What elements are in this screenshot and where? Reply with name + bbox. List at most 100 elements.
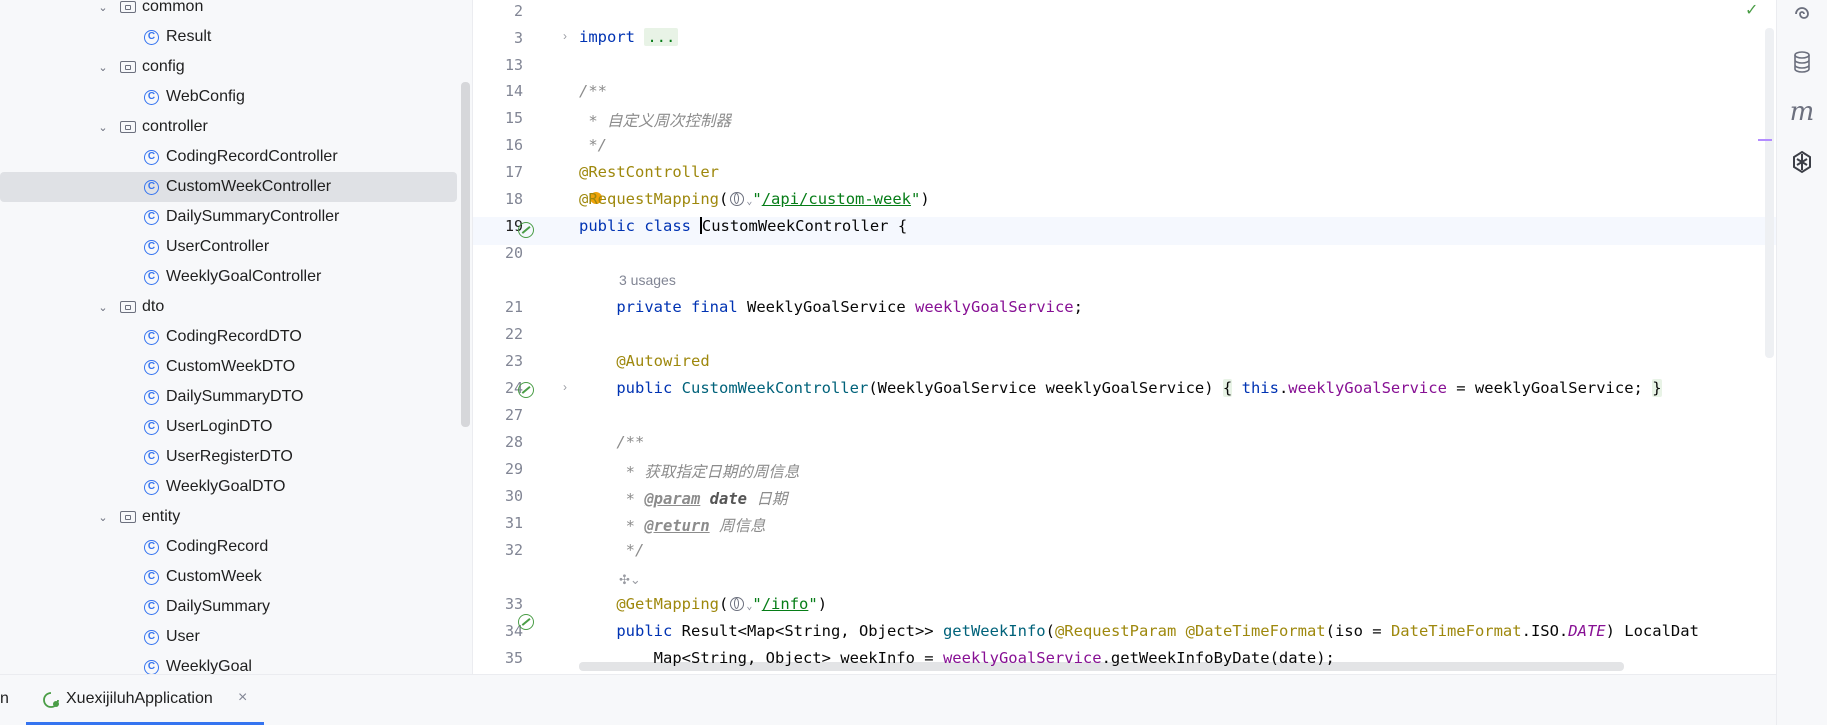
globe-icon[interactable]: [730, 597, 745, 611]
ai-inline-hint-icon[interactable]: ✣⌄: [619, 572, 641, 588]
chevron-down-icon[interactable]: ⌄: [97, 511, 109, 524]
tree-folder[interactable]: ⌄ controller: [0, 112, 457, 142]
line-number[interactable]: 31: [473, 514, 523, 532]
line-number[interactable]: 14: [473, 82, 523, 100]
tree-class-item[interactable]: C UserLoginDTO: [0, 412, 457, 442]
code-line-30[interactable]: * @param date 日期: [579, 487, 788, 509]
line-number[interactable]: 23: [473, 352, 523, 370]
tree-class-item[interactable]: C DailySummaryDTO: [0, 382, 457, 412]
package-folder-icon: [120, 61, 136, 73]
close-icon[interactable]: ×: [238, 689, 247, 707]
tree-folder[interactable]: ⌄ dto: [0, 292, 457, 322]
code-line-24[interactable]: public CustomWeekController(WeeklyGoalSe…: [579, 379, 1662, 397]
truncated-tab-label[interactable]: n: [0, 690, 9, 708]
package-folder-icon: [120, 511, 136, 523]
line-number[interactable]: 29: [473, 460, 523, 478]
tree-class-item[interactable]: C CodingRecordController: [0, 142, 457, 172]
chevron-down-icon[interactable]: ⌄: [97, 61, 109, 74]
code-line-17[interactable]: @RestController: [579, 163, 719, 181]
folded-imports[interactable]: ...: [644, 28, 679, 46]
tree-class-item[interactable]: C WebConfig: [0, 82, 457, 112]
spring-boot-run-icon: [43, 692, 59, 708]
database-icon[interactable]: [1790, 50, 1814, 74]
project-tree-scrollbar[interactable]: [461, 82, 470, 427]
code-line-35[interactable]: Map<String, Object> weekInfo = weeklyGoa…: [579, 649, 1335, 667]
tree-class-item[interactable]: C WeeklyGoalController: [0, 262, 457, 292]
tree-class-item[interactable]: C CodingRecordDTO: [0, 322, 457, 352]
fold-expand-icon[interactable]: ›: [563, 29, 567, 43]
fold-expand-icon[interactable]: ›: [563, 380, 567, 394]
plugin-icon[interactable]: [1790, 150, 1814, 174]
tree-class-item[interactable]: C CustomWeekDTO: [0, 352, 457, 382]
spring-bean-icon[interactable]: [518, 222, 534, 238]
tree-class-item[interactable]: C UserController: [0, 232, 457, 262]
tree-folder[interactable]: ⌄ entity: [0, 502, 457, 532]
code-line-28[interactable]: /**: [579, 433, 644, 451]
tree-class-item[interactable]: C UserRegisterDTO: [0, 442, 457, 472]
chevron-down-icon[interactable]: ⌄: [97, 121, 109, 134]
line-number[interactable]: 34: [473, 622, 523, 640]
tree-item-label: Result: [166, 28, 212, 45]
code-line-19[interactable]: public class CustomWeekController {: [579, 217, 907, 235]
java-class-icon: C: [144, 599, 159, 615]
code-line-16[interactable]: */: [579, 136, 607, 154]
line-number[interactable]: 27: [473, 406, 523, 424]
tree-class-item[interactable]: C DailySummaryController: [0, 202, 457, 232]
code-line-33[interactable]: @GetMapping(⌄"/info"): [579, 595, 827, 613]
ai-assistant-icon[interactable]: [1790, 2, 1814, 26]
code-line-31[interactable]: * @return 周信息: [579, 514, 766, 536]
java-class-icon: C: [144, 329, 159, 345]
no-problems-check-icon[interactable]: ✓: [1745, 0, 1758, 20]
tree-item-label: DailySummaryController: [166, 208, 340, 225]
usages-hint[interactable]: 3 usages: [619, 272, 676, 288]
line-number[interactable]: 3: [473, 29, 523, 47]
code-line-3[interactable]: import ...: [579, 28, 679, 46]
tree-class-item[interactable]: C CustomWeek: [0, 562, 457, 592]
line-number[interactable]: 2: [473, 2, 523, 20]
globe-icon[interactable]: [730, 192, 745, 206]
maven-icon[interactable]: m: [1790, 97, 1815, 127]
line-number[interactable]: 19: [473, 217, 523, 235]
line-number[interactable]: 24: [473, 379, 523, 397]
tree-class-item[interactable]: C WeeklyGoalDTO: [0, 472, 457, 502]
tree-item-label: controller: [142, 118, 208, 135]
spring-endpoint-icon[interactable]: [518, 614, 534, 630]
chevron-down-icon[interactable]: ⌄: [97, 1, 109, 14]
line-number[interactable]: 18: [473, 190, 523, 208]
tree-folder[interactable]: ⌄ config: [0, 52, 457, 82]
spring-bean-icon[interactable]: [518, 382, 534, 398]
code-line-21[interactable]: private final WeeklyGoalService weeklyGo…: [579, 298, 1083, 316]
tree-item-label: UserRegisterDTO: [166, 448, 293, 465]
line-number[interactable]: 13: [473, 56, 523, 74]
line-number[interactable]: 28: [473, 433, 523, 451]
tree-class-item[interactable]: C CustomWeekController: [0, 172, 457, 202]
chevron-down-icon[interactable]: ⌄: [97, 301, 109, 314]
line-number[interactable]: 21: [473, 298, 523, 316]
line-number[interactable]: 22: [473, 325, 523, 343]
tree-class-item[interactable]: C User: [0, 622, 457, 652]
tree-folder[interactable]: ⌄ common: [0, 0, 457, 22]
java-class-icon: C: [144, 149, 159, 165]
line-number[interactable]: 33: [473, 595, 523, 613]
line-number[interactable]: 20: [473, 244, 523, 262]
tree-class-item[interactable]: C DailySummary: [0, 592, 457, 622]
code-line-29[interactable]: * 获取指定日期的周信息: [579, 460, 800, 482]
code-line-15[interactable]: * 自定义周次控制器: [579, 109, 731, 131]
code-line-18[interactable]: @RequestMapping(⌄"/api/custom-week"): [579, 190, 930, 208]
line-number[interactable]: 35: [473, 649, 523, 667]
code-line-14[interactable]: /**: [579, 82, 607, 100]
run-tab-label[interactable]: XuexijiluhApplication: [66, 690, 213, 708]
tree-class-item[interactable]: C CodingRecord: [0, 532, 457, 562]
code-editor[interactable]: ✓ 2 3 13 14 15 16 17 18 19 20 21 22 23 24 27 28 29 30 31 32…: [473, 0, 1776, 674]
code-line-34[interactable]: public Result<Map<String, Object>> getWe…: [579, 622, 1699, 640]
tree-class-item[interactable]: C Result: [0, 22, 457, 52]
editor-vertical-scrollbar[interactable]: [1765, 28, 1774, 358]
line-number[interactable]: 30: [473, 487, 523, 505]
line-number[interactable]: 15: [473, 109, 523, 127]
code-line-32[interactable]: */: [579, 541, 645, 559]
tree-class-item[interactable]: C WeeklyGoal: [0, 652, 457, 674]
code-line-23[interactable]: @Autowired: [579, 352, 709, 370]
line-number[interactable]: 17: [473, 163, 523, 181]
line-number[interactable]: 32: [473, 541, 523, 559]
line-number[interactable]: 16: [473, 136, 523, 154]
